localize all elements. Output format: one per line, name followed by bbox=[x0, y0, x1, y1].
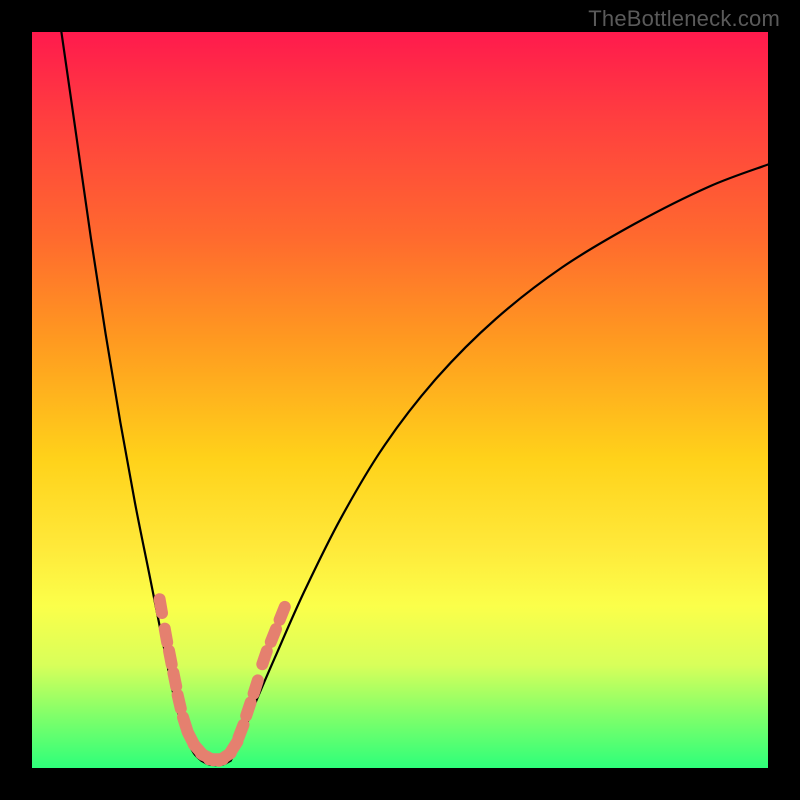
chart-plot-area bbox=[32, 32, 768, 768]
marker-bead bbox=[165, 629, 168, 643]
curve-right-branch bbox=[231, 165, 768, 761]
marker-bead bbox=[246, 703, 250, 716]
marker-bead bbox=[280, 607, 285, 620]
marker-bead bbox=[160, 599, 162, 613]
marker-bead bbox=[262, 651, 267, 664]
watermark-text: TheBottleneck.com bbox=[588, 6, 780, 32]
chart-frame: TheBottleneck.com bbox=[0, 0, 800, 800]
marker-bead bbox=[271, 629, 276, 642]
marker-bead bbox=[254, 680, 258, 693]
marker-bead bbox=[239, 725, 244, 738]
marker-bead bbox=[178, 695, 181, 709]
curve-left-branch bbox=[61, 32, 201, 761]
chart-svg bbox=[32, 32, 768, 768]
marker-bead bbox=[173, 673, 176, 687]
marker-bead bbox=[169, 651, 172, 665]
